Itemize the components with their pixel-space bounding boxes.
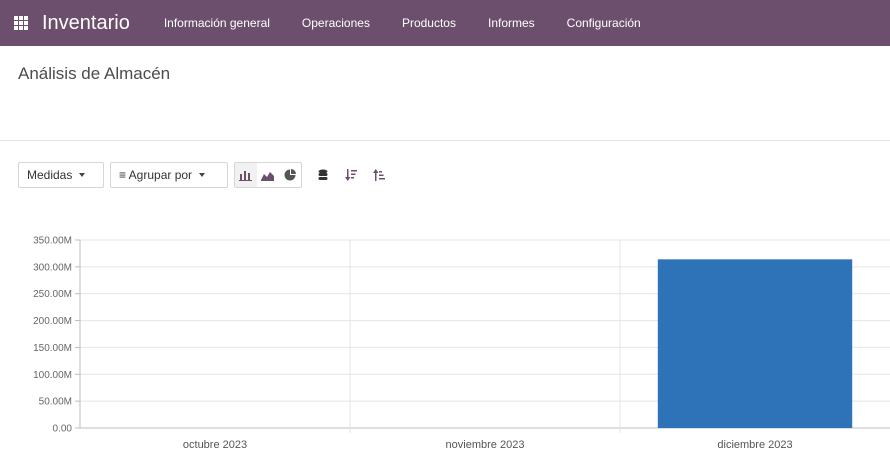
x-tick-label: octubre 2023: [183, 439, 247, 451]
y-tick-label: 350.00M: [33, 236, 72, 247]
line-chart-button[interactable]: [257, 163, 279, 187]
sort-descending-button[interactable]: [338, 162, 364, 188]
bar-chart: 0.00 50.00M 100.00M 150.00M 200.00M 250.00M 30…: [33, 236, 890, 451]
sort-descending-icon: [345, 169, 357, 181]
caret-down-icon: [79, 173, 86, 177]
app-title[interactable]: Inventario: [42, 12, 130, 35]
top-navbar: Inventario Información general Operacion…: [0, 0, 890, 46]
measures-dropdown-button[interactable]: Medidas: [18, 162, 104, 188]
sort-ascending-icon: [373, 169, 385, 181]
bar-chart-button[interactable]: [235, 163, 257, 187]
y-tick-label: 200.00M: [33, 316, 72, 327]
menu-informacion-general[interactable]: Información general: [164, 16, 270, 30]
apps-grid-icon[interactable]: [14, 16, 28, 30]
y-tick-label: 250.00M: [33, 289, 72, 300]
y-tick-label: 100.00M: [33, 370, 72, 381]
pie-chart-icon: [284, 169, 296, 181]
stacked-toggle-button[interactable]: [310, 162, 336, 188]
pie-chart-button[interactable]: [279, 163, 301, 187]
y-tick-label: 150.00M: [33, 343, 72, 354]
divider: [0, 140, 890, 141]
caret-down-icon: [199, 173, 206, 177]
bar-chart-icon: [239, 171, 252, 181]
menu-configuracion[interactable]: Configuración: [567, 16, 641, 30]
menu-operaciones[interactable]: Operaciones: [302, 16, 370, 30]
y-tick-label: 0.00: [53, 424, 73, 435]
sort-ascending-button[interactable]: [366, 162, 392, 188]
x-tick-label: noviembre 2023: [446, 439, 525, 451]
bar-3[interactable]: [657, 259, 853, 428]
graph-toolbar: Medidas ≡ Agrupar por: [18, 162, 392, 188]
y-tick-label: 300.00M: [33, 262, 72, 273]
group-by-label: ≡ Agrupar por: [119, 168, 193, 182]
chart-type-switcher: [234, 162, 302, 188]
menu-productos[interactable]: Productos: [402, 16, 456, 30]
stack-icon: [318, 169, 328, 180]
menu-informes[interactable]: Informes: [488, 16, 535, 30]
x-tick-label: diciembre 2023: [717, 439, 792, 451]
page-title: Análisis de Almacén: [18, 64, 171, 83]
line-chart-icon: [261, 172, 274, 181]
measures-label: Medidas: [27, 168, 73, 182]
group-by-dropdown-button[interactable]: ≡ Agrupar por: [110, 162, 228, 188]
y-tick-label: 50.00M: [39, 397, 72, 408]
